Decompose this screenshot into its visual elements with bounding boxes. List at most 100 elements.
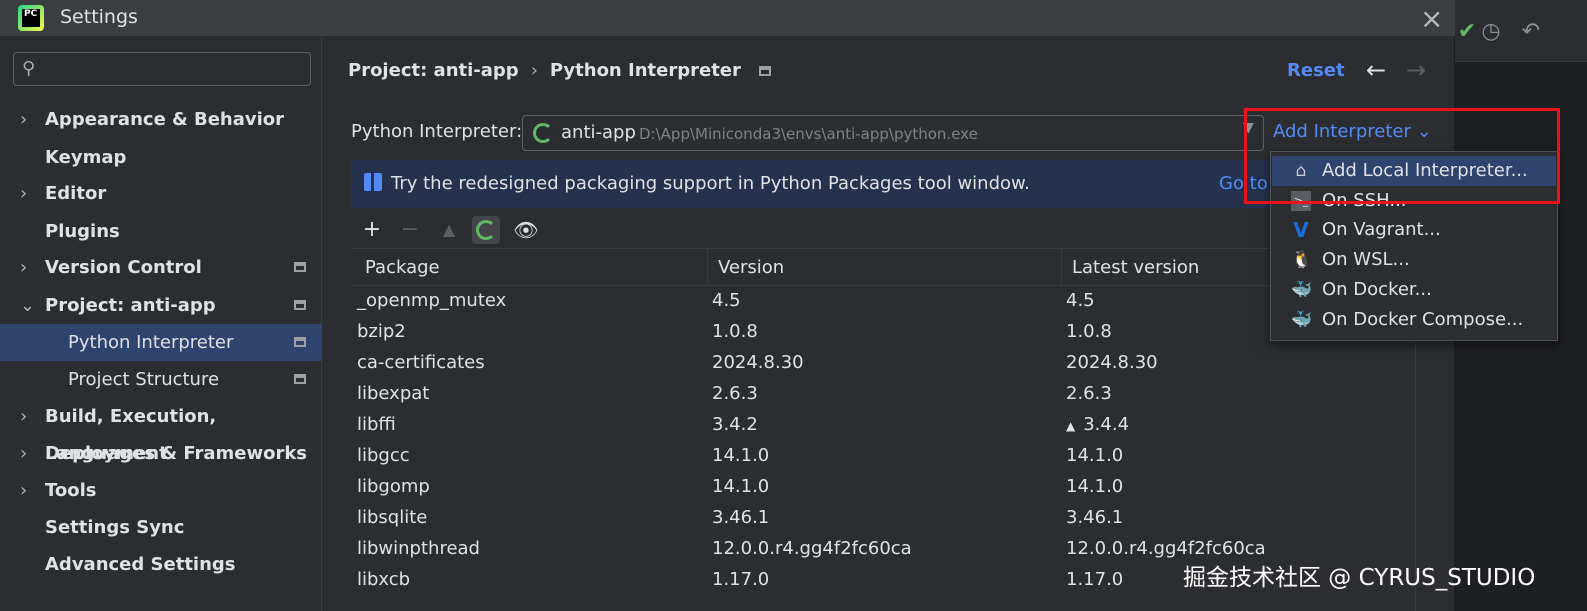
sidebar-item-languages[interactable]: › Languages & Frameworks xyxy=(0,435,322,472)
sidebar-item-build[interactable]: › Build, Execution, Deployment xyxy=(0,398,322,464)
project-config-icon xyxy=(294,300,306,310)
package-toolbar: + − ▲ 👁 xyxy=(351,210,1271,248)
sidebar-item-project-structure[interactable]: Project Structure xyxy=(0,361,322,398)
menu-item-ssh[interactable]: >_ On SSH... xyxy=(1272,186,1556,216)
cell-package: ca-certificates xyxy=(357,352,485,373)
sidebar-item-python-interpreter[interactable]: Python Interpreter xyxy=(0,324,322,361)
column-divider[interactable] xyxy=(1061,249,1062,286)
cell-latest: 2.6.3 xyxy=(1066,383,1112,404)
cell-latest-value: 3.4.4 xyxy=(1083,414,1130,435)
check-icon[interactable]: ✔ xyxy=(1455,20,1479,44)
upgrade-package-icon: ▲ xyxy=(442,220,456,239)
search-input[interactable]: ⚲ xyxy=(13,52,311,86)
upgrade-available-icon: ▲ xyxy=(1066,419,1076,433)
table-header: Package Version Latest version xyxy=(351,249,1415,286)
menu-item-label: On Docker... xyxy=(1322,279,1432,300)
sidebar-item-keymap[interactable]: Keymap xyxy=(0,139,322,176)
sidebar-item-tools[interactable]: › Tools xyxy=(0,472,322,509)
breadcrumb: Project: anti-app › Python Interpreter xyxy=(348,60,771,81)
info-banner: Try the redesigned packaging support in … xyxy=(351,160,1271,208)
cell-latest: 2024.8.30 xyxy=(1066,352,1158,373)
menu-item-docker-compose[interactable]: 🐳 On Docker Compose... xyxy=(1272,305,1556,335)
cell-package: libgomp xyxy=(357,476,430,497)
chevron-right-icon: › xyxy=(20,183,28,204)
add-package-icon[interactable]: + xyxy=(358,216,386,244)
chevron-right-icon: › xyxy=(20,406,28,427)
interpreter-label: Python Interpreter: xyxy=(351,121,523,142)
menu-item-label: Add Local Interpreter... xyxy=(1322,160,1528,181)
sidebar-item-version-control[interactable]: › Version Control xyxy=(0,249,322,286)
chevron-right-icon: › xyxy=(20,443,28,464)
refresh-spinner-icon[interactable] xyxy=(472,216,500,244)
column-header-version[interactable]: Version xyxy=(718,257,784,278)
cell-latest: 1.17.0 xyxy=(1066,569,1124,590)
back-arrow-icon[interactable]: ← xyxy=(1366,56,1386,84)
banner-link[interactable]: Go to xyxy=(1219,173,1268,194)
docker-icon: 🐳 xyxy=(1291,310,1313,330)
menu-item-add-local[interactable]: ⌂ Add Local Interpreter... xyxy=(1272,156,1556,186)
chevron-right-icon: › xyxy=(20,257,28,278)
close-icon[interactable]: × xyxy=(1420,2,1443,35)
history-icon[interactable]: ◷ xyxy=(1479,20,1503,44)
home-icon: ⌂ xyxy=(1295,161,1307,181)
cell-version: 14.1.0 xyxy=(712,476,770,497)
vagrant-icon: V xyxy=(1293,218,1309,242)
chevron-right-icon: › xyxy=(20,109,28,130)
sidebar-item-label: Project Structure xyxy=(68,369,220,390)
linux-icon: 🐧 xyxy=(1291,250,1313,270)
sidebar-item-settings-sync[interactable]: Settings Sync xyxy=(0,509,322,546)
pycharm-logo-icon: PC xyxy=(18,5,44,31)
add-interpreter-label: Add Interpreter xyxy=(1273,121,1411,142)
cell-package: _openmp_mutex xyxy=(357,290,507,311)
column-divider[interactable] xyxy=(707,249,708,286)
sidebar-item-label: Plugins xyxy=(45,221,120,242)
table-row[interactable]: bzip2 1.0.8 1.0.8 xyxy=(351,318,1415,349)
packages-table: Package Version Latest version _openmp_m… xyxy=(351,248,1415,611)
sidebar-item-appearance[interactable]: › Appearance & Behavior xyxy=(0,101,322,138)
interpreter-select[interactable]: anti-app D:\App\Miniconda3\envs\anti-app… xyxy=(522,115,1264,151)
sidebar-item-plugins[interactable]: Plugins xyxy=(0,213,322,250)
breadcrumb-page: Python Interpreter xyxy=(549,60,741,81)
interpreter-name: anti-app xyxy=(561,122,636,143)
column-header-latest[interactable]: Latest version xyxy=(1072,257,1199,278)
sidebar-item-editor[interactable]: › Editor xyxy=(0,175,322,212)
add-interpreter-menu: ⌂ Add Local Interpreter... >_ On SSH... … xyxy=(1270,151,1558,341)
sidebar-item-label: Languages & Frameworks xyxy=(45,443,308,464)
show-early-releases-icon[interactable]: 👁 xyxy=(512,216,540,244)
docker-icon: 🐳 xyxy=(1291,280,1313,300)
undo-icon[interactable]: ↶ xyxy=(1519,20,1543,44)
search-icon: ⚲ xyxy=(22,58,36,79)
table-row[interactable]: libffi 3.4.2 ▲ 3.4.4 xyxy=(351,411,1415,442)
title-bar: PC Settings × xyxy=(0,0,1455,36)
project-config-icon xyxy=(758,66,771,76)
sidebar-item-project[interactable]: ⌄ Project: anti-app xyxy=(0,287,322,324)
add-interpreter-button[interactable]: Add Interpreter ⌄ xyxy=(1273,121,1432,142)
reset-button[interactable]: Reset xyxy=(1287,60,1345,81)
ide-toolbar: ✔ ◷ ↶ xyxy=(1455,0,1587,62)
breadcrumb-project[interactable]: Project: anti-app xyxy=(348,60,519,81)
window-title: Settings xyxy=(60,6,138,28)
loading-spinner-icon xyxy=(533,123,553,143)
table-row[interactable]: libgomp 14.1.0 14.1.0 xyxy=(351,473,1415,504)
forward-arrow-icon: → xyxy=(1406,56,1427,84)
cell-latest: ▲ 3.4.4 xyxy=(1066,414,1129,435)
cell-version: 2.6.3 xyxy=(712,383,758,404)
sidebar-item-label: Version Control xyxy=(45,257,202,278)
table-row[interactable]: ca-certificates 2024.8.30 2024.8.30 xyxy=(351,349,1415,380)
column-header-package[interactable]: Package xyxy=(365,257,440,278)
sidebar-item-advanced[interactable]: Advanced Settings xyxy=(0,546,322,583)
table-row[interactable]: _openmp_mutex 4.5 4.5 xyxy=(351,287,1415,318)
cell-version: 1.0.8 xyxy=(712,321,758,342)
cell-package: libffi xyxy=(357,414,396,435)
table-row[interactable]: libexpat 2.6.3 2.6.3 xyxy=(351,380,1415,411)
table-row[interactable]: libgcc 14.1.0 14.1.0 xyxy=(351,442,1415,473)
menu-item-vagrant[interactable]: V On Vagrant... xyxy=(1272,215,1556,245)
cell-latest: 4.5 xyxy=(1066,290,1095,311)
cell-package: bzip2 xyxy=(357,321,406,342)
menu-item-docker[interactable]: 🐳 On Docker... xyxy=(1272,275,1556,305)
menu-item-wsl[interactable]: 🐧 On WSL... xyxy=(1272,245,1556,275)
cell-package: libsqlite xyxy=(357,507,428,528)
cell-latest: 3.46.1 xyxy=(1066,507,1124,528)
cell-version: 2024.8.30 xyxy=(712,352,804,373)
table-row[interactable]: libsqlite 3.46.1 3.46.1 xyxy=(351,504,1415,535)
